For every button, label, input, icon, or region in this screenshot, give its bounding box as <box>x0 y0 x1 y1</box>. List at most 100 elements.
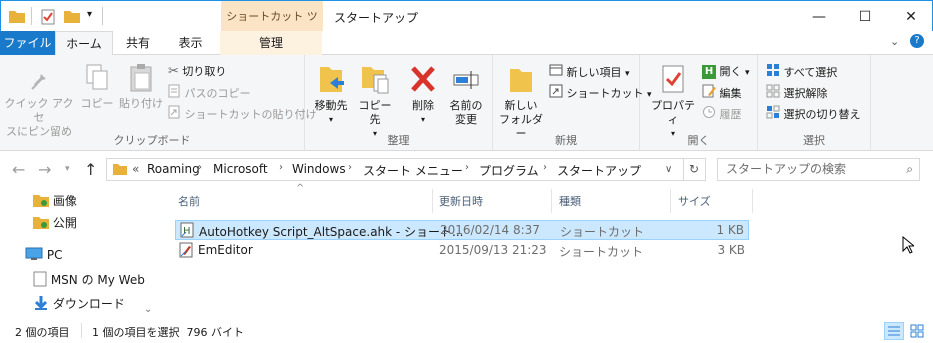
address-bar[interactable]: « Roaming › Microsoft › Windows › スタート メ… <box>106 158 706 181</box>
paste-shortcut-button[interactable]: ショートカットの貼り付け <box>168 105 317 123</box>
new-item-dropdown-icon: ▾ <box>625 69 630 79</box>
column-header-size[interactable]: サイズ <box>678 193 711 209</box>
history-button[interactable]: 履歴 <box>702 105 742 123</box>
copy-to-button[interactable]: コピー先 ▾ <box>354 63 396 141</box>
select-none-button[interactable]: 選択解除 <box>766 84 828 102</box>
address-history-dropdown-icon[interactable]: ∨ <box>665 164 672 175</box>
nav-item-pictures[interactable]: 画像 <box>33 192 77 210</box>
minimize-button[interactable]: — <box>796 1 842 32</box>
scroll-down-icon[interactable]: ⌄ <box>144 304 152 315</box>
minimize-icon: — <box>812 8 826 25</box>
organize-group-label: 整理 <box>387 134 410 147</box>
tab-manage[interactable]: 管理 <box>220 31 322 55</box>
history-label: 履歴 <box>719 108 742 121</box>
nav-item-label: PC <box>46 248 63 262</box>
pin-quick-access-button[interactable]: クイック アクセ スにピン留め <box>4 67 74 139</box>
new-item-button[interactable]: 新しい項目 ▾ <box>549 63 630 81</box>
column-header-name[interactable]: 名前 <box>178 193 200 209</box>
column-separator[interactable] <box>752 189 753 213</box>
nav-item-public[interactable]: 公開 <box>33 214 77 232</box>
breadcrumb-roaming[interactable]: Roaming <box>147 162 200 176</box>
column-separator[interactable] <box>670 189 671 213</box>
breadcrumb-separator-icon[interactable]: › <box>198 162 202 173</box>
table-row[interactable]: H AutoHotkey Script_AltSpace.ahk - ショート.… <box>175 220 749 240</box>
forward-arrow-icon[interactable]: → <box>38 160 51 179</box>
sort-ascending-icon: ^ <box>296 183 305 194</box>
cut-button[interactable]: ✂ 切り取り <box>168 63 226 81</box>
rename-label: 名前の 変更 <box>449 99 483 126</box>
qat-dropdown-icon[interactable]: ▾ <box>87 9 92 25</box>
file-date: 2015/09/13 21:23 <box>439 243 547 257</box>
recent-dropdown-icon[interactable]: ▾ <box>65 164 70 174</box>
help-icon[interactable]: ? <box>910 34 924 48</box>
edit-label: 編集 <box>719 87 742 100</box>
invert-selection-button[interactable]: 選択の切り替え <box>766 105 861 123</box>
clipboard-group-label: クリップボード <box>113 134 191 147</box>
copy-to-icon <box>362 67 389 94</box>
select-group: すべて選択 選択解除 選択の切り替え 選択 <box>758 55 871 151</box>
table-row[interactable]: EmEditor 2015/09/13 21:23 ショートカット 3 KB <box>175 241 749 261</box>
select-none-icon <box>766 84 780 104</box>
selection-info: 1 個の項目を選択 796 バイト <box>92 326 244 339</box>
copy-button[interactable]: コピー <box>78 63 116 111</box>
nav-item-msn[interactable]: MSN の My Web <box>33 271 145 290</box>
file-size: 3 KB <box>717 243 745 257</box>
breadcrumb-separator-icon[interactable]: › <box>465 162 469 173</box>
column-separator[interactable] <box>432 189 433 213</box>
collapse-ribbon-icon[interactable]: ⌄ <box>890 35 899 48</box>
back-arrow-icon[interactable]: ← <box>12 160 25 179</box>
divider <box>683 159 684 180</box>
new-folder-icon <box>510 69 532 92</box>
breadcrumb-separator-icon[interactable]: › <box>279 162 283 173</box>
new-folder-button[interactable]: 新しい フォルダー <box>499 63 543 141</box>
breadcrumb-windows[interactable]: Windows <box>292 162 346 176</box>
search-input[interactable]: スタートアップの検索 ⌕ <box>717 158 920 181</box>
file-date: 2016/02/14 8:37 <box>440 223 540 237</box>
tab-home[interactable]: ホーム <box>55 31 113 56</box>
maximize-button[interactable]: ☐ <box>842 1 888 32</box>
delete-button[interactable]: 削除 ▾ <box>402 63 444 127</box>
edit-button[interactable]: 編集 <box>702 84 742 102</box>
emeditor-shortcut-icon <box>179 242 193 261</box>
open-button[interactable]: H 開く ▾ <box>702 63 750 81</box>
new-folder-quick-icon[interactable] <box>64 9 80 25</box>
tab-view[interactable]: 表示 <box>163 31 218 55</box>
new-item-icon <box>549 63 563 83</box>
column-header-type[interactable]: 種類 <box>559 193 581 209</box>
select-all-button[interactable]: すべて選択 <box>766 63 837 81</box>
column-header-date[interactable]: 更新日時 <box>439 193 483 209</box>
nav-item-downloads[interactable]: ダウンロード <box>33 295 125 314</box>
search-icon: ⌕ <box>906 162 913 176</box>
large-icons-view-icon[interactable] <box>908 322 928 340</box>
copy-icon <box>86 64 108 90</box>
tab-file[interactable]: ファイル <box>0 31 55 55</box>
up-arrow-icon[interactable]: ↑ <box>84 160 97 179</box>
divider <box>81 323 82 338</box>
ribbon: クイック アクセ スにピン留め コピー 貼り付け ✂ 切り取り パスのコピー シ… <box>0 55 933 151</box>
properties-button[interactable]: プロパティ ▾ <box>646 63 700 141</box>
invert-selection-icon <box>766 105 780 125</box>
breadcrumb-separator-icon[interactable]: › <box>543 162 547 173</box>
refresh-icon[interactable]: ↻ <box>689 162 699 176</box>
breadcrumb-microsoft[interactable]: Microsoft <box>213 162 268 176</box>
breadcrumb-separator-icon[interactable]: › <box>348 162 352 173</box>
delete-x-icon <box>411 66 435 92</box>
pictures-folder-icon <box>33 193 49 210</box>
column-separator[interactable] <box>551 189 552 213</box>
file-size: 1 KB <box>716 223 744 237</box>
close-button[interactable]: ✕ <box>888 1 933 32</box>
breadcrumb-overflow-icon[interactable]: « <box>132 162 139 176</box>
properties-quick-icon[interactable] <box>41 9 55 25</box>
move-to-button[interactable]: 移動先 ▾ <box>310 63 352 127</box>
breadcrumb-start-menu[interactable]: スタート メニュー <box>363 162 463 179</box>
paste-button[interactable]: 貼り付け <box>118 63 164 111</box>
tab-share[interactable]: 共有 <box>113 31 163 55</box>
details-view-icon[interactable] <box>884 322 904 340</box>
copy-path-button[interactable]: パスのコピー <box>168 84 251 102</box>
easy-access-button[interactable]: ショートカット ▾ <box>549 84 652 102</box>
breadcrumb-programs[interactable]: プログラム <box>479 162 539 179</box>
open-app-icon: H <box>702 65 716 79</box>
breadcrumb-startup[interactable]: スタートアップ <box>557 162 641 179</box>
nav-item-pc[interactable]: PC <box>25 247 62 264</box>
rename-button[interactable]: 名前の 変更 <box>444 63 488 127</box>
